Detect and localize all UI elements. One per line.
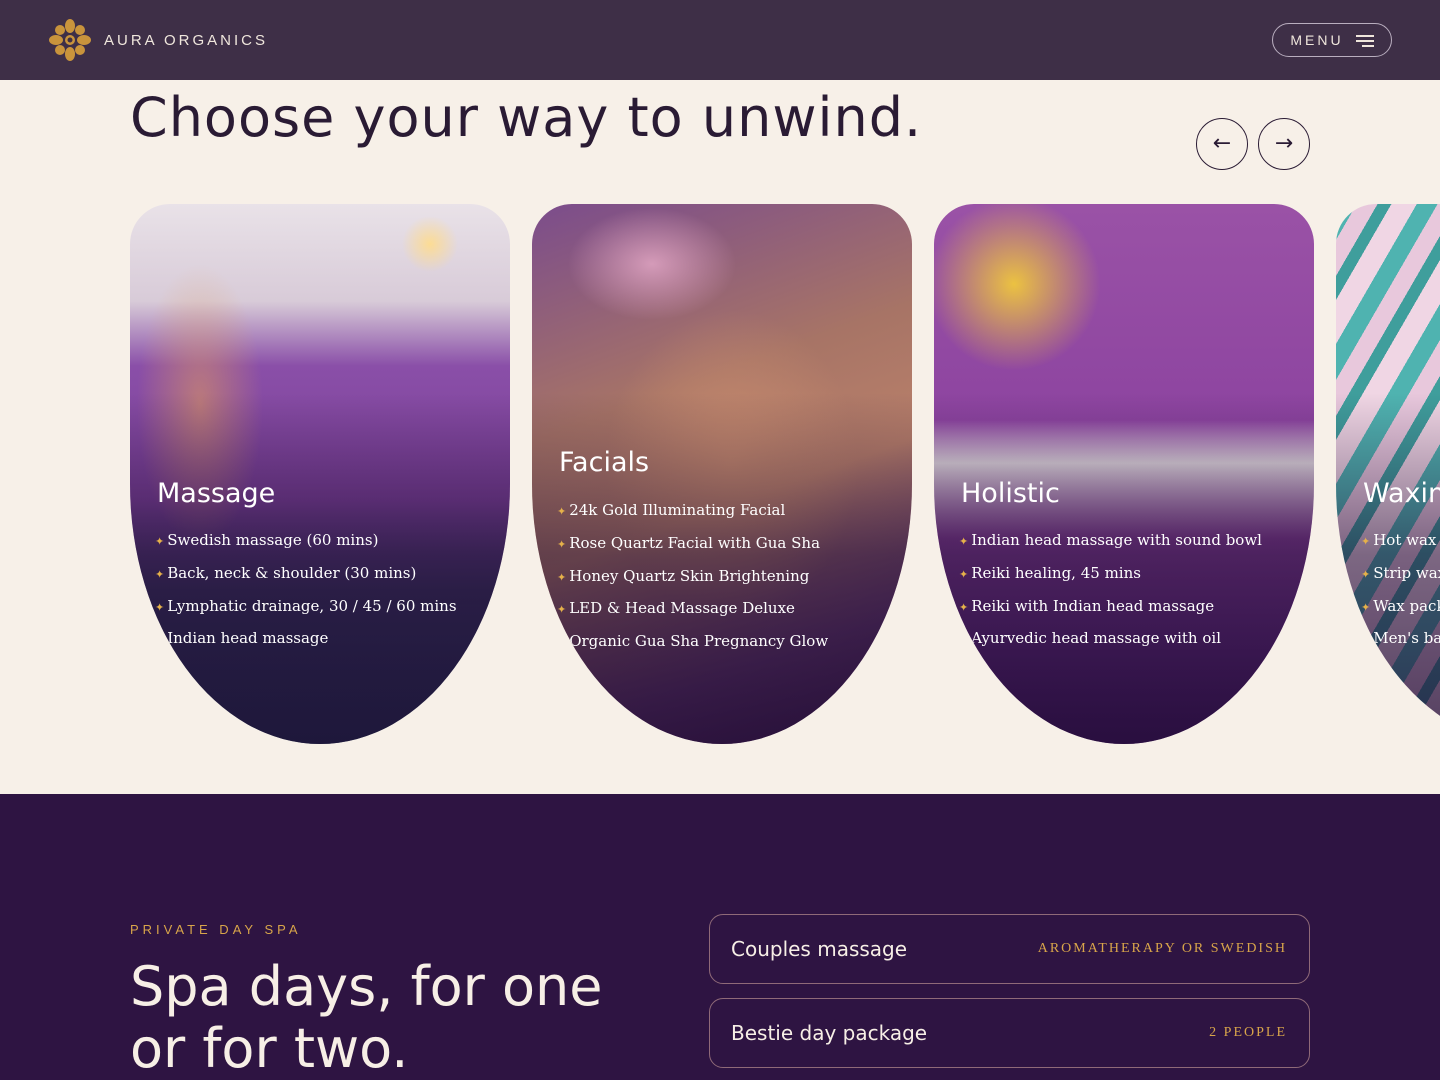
sparkle-icon: ✦ [557,505,567,518]
list-item[interactable]: ✦ Hot wax - [1361,525,1440,558]
sparkle-icon: ✦ [1361,567,1371,581]
treatment-card-holistic[interactable]: Holistic ✦ Indian head massage with sound… [934,204,1314,744]
list-item[interactable]: ✦ Lymphatic drainage, 30 / 45 / 60 mins [155,591,457,624]
card-title: Massage [157,478,276,509]
sparkle-icon: ✦ [959,567,969,581]
sparkle-icon: ✦ [557,570,567,584]
sparkle-icon: ✦ [557,636,567,650]
list-item[interactable]: ✦ Honey Quartz Skin Brightening [557,561,828,594]
menu-label: MENU [1290,32,1344,48]
treatment-card-facials[interactable]: Facials ✦ 24k Gold Illuminating Facial ✦ R… [532,204,912,744]
lotus-mandala-icon [49,19,91,61]
card-title: Waxin [1363,478,1440,509]
list-item[interactable]: ✦ Reiki with Indian head massage [959,591,1262,624]
brand-name: AURA ORGANICS [104,31,269,49]
list-item[interactable]: ✦ Indian head massage [155,623,457,656]
list-item[interactable]: ✦ Strip wax [1361,558,1440,591]
sparkle-icon: ✦ [155,633,165,647]
site-header: AURA ORGANICS MENU [0,0,1440,80]
sparkle-icon: ✦ [1361,633,1371,647]
carousel-next-button[interactable]: → [1258,118,1310,170]
card-title: Facials [559,447,650,478]
list-item[interactable]: ✦ Indian head massage with sound bowl [959,525,1262,558]
package-bestie-day[interactable]: Bestie day package 2 PEOPLE [709,998,1310,1068]
package-name: Couples massage [731,937,908,961]
list-item[interactable]: ✦ Organic Gua Sha Pregnancy Glow [557,626,828,659]
list-item[interactable]: ✦ Back, neck & shoulder (30 mins) [155,558,457,591]
sparkle-icon: ✦ [557,603,567,617]
sparkle-icon: ✦ [1361,600,1371,614]
sparkle-icon: ✦ [155,535,165,548]
card-treatment-list: ✦ Indian head massage with sound bowl ✦ Re… [959,525,1262,656]
menu-button[interactable]: MENU [1272,23,1392,57]
list-item[interactable]: ✦Men's bac [1361,623,1440,656]
arrow-left-icon: ← [1212,131,1232,156]
sparkle-icon: ✦ [959,633,969,647]
treatments-heading: Choose your way to unwind. [130,86,923,149]
spa-days-title: Spa days, for one or for two. [130,955,603,1080]
list-item[interactable]: ✦ Reiki healing, 45 mins [959,558,1262,591]
brand-link[interactable]: AURA ORGANICS [48,18,268,62]
spa-days-section: PRIVATE DAY SPA Spa days, for one or for… [0,794,1440,1080]
package-tag: AROMATHERAPY OR SWEDISH [1037,941,1287,956]
sparkle-icon: ✦ [959,535,969,548]
sparkle-icon: ✦ [959,600,969,614]
treatment-carousel: Massage ✦ Swedish massage (60 mins) ✦ Back… [0,204,1440,744]
package-couples-massage[interactable]: Couples massage AROMATHERAPY OR SWEDISH [709,914,1310,984]
list-item[interactable]: ✦ Ayurvedic head massage with oil [959,623,1262,656]
card-treatment-list: ✦ 24k Gold Illuminating Facial ✦ Rose Quar… [557,495,828,659]
list-item[interactable]: ✦ 24k Gold Illuminating Facial [557,495,828,528]
sparkle-icon: ✦ [1361,535,1371,548]
treatment-card-massage[interactable]: Massage ✦ Swedish massage (60 mins) ✦ Back… [130,204,510,744]
sparkle-icon: ✦ [155,567,165,581]
card-treatment-list: ✦ Hot wax - ✦ Strip wax ✦ Wax pack ✦ Men's b… [1361,525,1440,656]
package-name: Bestie day package [731,1021,928,1045]
arrow-right-icon: → [1274,131,1294,156]
sparkle-icon: ✦ [155,600,165,614]
treatment-card-waxing[interactable]: Waxin ✦ Hot wax - ✦ Strip wax ✦ Wax pack ✦ M… [1336,204,1440,744]
list-item[interactable]: ✦ Swedish massage (60 mins) [155,525,457,558]
card-treatment-list: ✦ Swedish massage (60 mins) ✦ Back, neck &… [155,525,457,656]
carousel-prev-button[interactable]: ← [1196,118,1248,170]
hamburger-icon [1355,35,1374,47]
list-item[interactable]: ✦ Rose Quartz Facial with Gua Sha [557,528,828,561]
package-tag: 2 PEOPLE [1209,1025,1287,1040]
section-eyebrow: PRIVATE DAY SPA [130,922,302,937]
list-item[interactable]: ✦ Wax pack [1361,591,1440,624]
sparkle-icon: ✦ [557,537,567,551]
list-item[interactable]: ✦ LED & Head Massage Deluxe [557,593,828,626]
card-title: Holistic [961,478,1060,509]
